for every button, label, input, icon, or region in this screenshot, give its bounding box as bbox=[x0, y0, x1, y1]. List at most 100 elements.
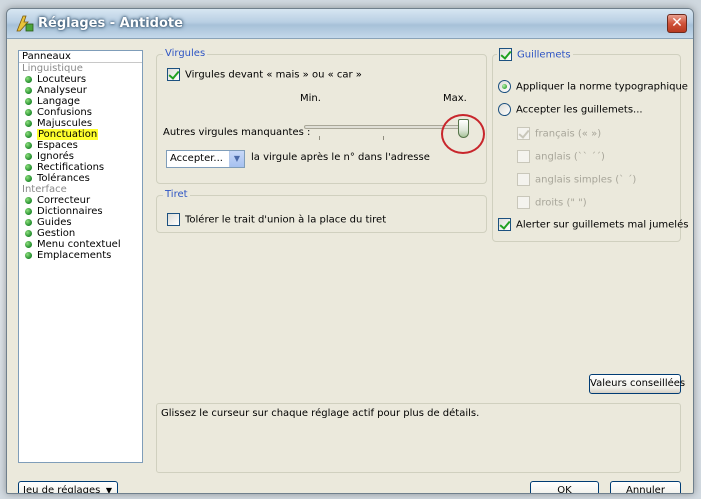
alerter-option[interactable]: Alerter sur guillemets mal jumelés bbox=[498, 218, 688, 232]
virgules-mais-car-checkbox[interactable] bbox=[167, 68, 180, 81]
close-button[interactable]: ✕ bbox=[667, 14, 687, 33]
panel-item-ignor-s[interactable]: Ignorés bbox=[19, 151, 142, 162]
panel-item-majuscules[interactable]: Majuscules bbox=[19, 118, 142, 129]
title-bar[interactable]: Réglages - Antidote ✕ bbox=[7, 9, 693, 39]
panel-item-dictionnaires[interactable]: Dictionnaires bbox=[19, 206, 142, 217]
info-text: Glissez le curseur sur chaque réglage ac… bbox=[161, 408, 480, 419]
panel-item-label: Gestion bbox=[37, 228, 76, 239]
bullet-icon bbox=[25, 76, 32, 83]
slider-tick bbox=[383, 136, 384, 140]
close-icon: ✕ bbox=[671, 15, 683, 31]
annotation-circle bbox=[441, 114, 485, 154]
bullet-icon bbox=[25, 219, 32, 226]
radio-accepter-label: Accepter les guillemets... bbox=[516, 104, 643, 116]
panel-item-label: Confusions bbox=[37, 107, 92, 118]
panel-item-label: Tolérances bbox=[37, 173, 90, 184]
panel-item-langage[interactable]: Langage bbox=[19, 96, 142, 107]
panel-item-emplacements[interactable]: Emplacements bbox=[19, 250, 142, 261]
panel-item-label: Menu contextuel bbox=[37, 239, 121, 250]
virgules-mais-car-option[interactable]: Virgules devant « mais » ou « car » bbox=[167, 68, 362, 82]
guillemets-legend[interactable]: Guillemets bbox=[497, 48, 573, 61]
panel-item-label: Langage bbox=[37, 96, 81, 107]
interface-items: Correcteur Dictionnaires Guides Gestion Menu… bbox=[19, 195, 142, 261]
jeu-de-reglages-button[interactable]: Jeu de réglages ▼ bbox=[18, 481, 118, 494]
panel-item-tol-rances[interactable]: Tolérances bbox=[19, 173, 142, 184]
panel-item-guides[interactable]: Guides bbox=[19, 217, 142, 228]
panel-item-label: Rectifications bbox=[37, 162, 105, 173]
radio-norme-label: Appliquer la norme typographique bbox=[516, 81, 688, 93]
guillemets-francais-checkbox[interactable] bbox=[517, 127, 530, 140]
alerter-checkbox[interactable] bbox=[498, 218, 511, 231]
bullet-icon bbox=[25, 109, 32, 116]
antidote-app-icon bbox=[16, 15, 34, 32]
bullet-icon bbox=[25, 252, 32, 259]
radio-accepter[interactable] bbox=[498, 103, 511, 116]
panel-item-confusions[interactable]: Confusions bbox=[19, 107, 142, 118]
panel-item-rectifications[interactable]: Rectifications bbox=[19, 162, 142, 173]
linguistique-items: Locuteurs Analyseur Langage Confusions Majus… bbox=[19, 74, 142, 184]
adresse-virgule-dropdown[interactable]: Accepter... ▼ bbox=[166, 150, 245, 168]
bullet-icon bbox=[25, 142, 32, 149]
virgules-slider-track[interactable] bbox=[304, 125, 464, 129]
panel-item-locuteurs[interactable]: Locuteurs bbox=[19, 74, 142, 85]
ok-button[interactable]: OK bbox=[530, 481, 599, 493]
panel-item-analyseur[interactable]: Analyseur bbox=[19, 85, 142, 96]
bullet-icon bbox=[25, 197, 32, 204]
panel-item-label: Dictionnaires bbox=[37, 206, 103, 217]
guillemets-droits-label: droits (" ") bbox=[535, 197, 587, 209]
guillemets-francais-option[interactable]: français (« ») bbox=[517, 127, 601, 141]
bullet-icon bbox=[25, 241, 32, 248]
settings-window: Réglages - Antidote ✕ Panneaux Linguisti… bbox=[6, 8, 694, 494]
guillemets-anglais-option[interactable]: anglais (`` ´´) bbox=[517, 150, 605, 164]
tiret-checkbox[interactable] bbox=[167, 213, 180, 226]
radio-norme[interactable] bbox=[498, 80, 511, 93]
guillemets-anglais-simples-option[interactable]: anglais simples (` ´) bbox=[517, 173, 636, 187]
valeurs-conseillees-button[interactable]: Valeurs conseillées bbox=[589, 374, 685, 394]
panel-item-label: Guides bbox=[37, 217, 72, 228]
guillemets-anglais-checkbox[interactable] bbox=[517, 150, 530, 163]
jeu-de-reglages-label: Jeu de réglages bbox=[23, 485, 101, 494]
guillemets-anglais-simples-checkbox[interactable] bbox=[517, 173, 530, 186]
panel-item-gestion[interactable]: Gestion bbox=[19, 228, 142, 239]
slider-label: Autres virgules manquantes : bbox=[163, 127, 311, 138]
guillemets-legend-label: Guillemets bbox=[517, 49, 571, 61]
adresse-virgule-dropdown-value: Accepter... bbox=[170, 153, 223, 164]
slider-tick bbox=[319, 136, 320, 140]
virgules-legend: Virgules bbox=[163, 48, 208, 60]
guillemets-anglais-simples-label: anglais simples (` ´) bbox=[535, 174, 637, 186]
panel-item-correcteur[interactable]: Correcteur bbox=[19, 195, 142, 206]
bullet-icon bbox=[25, 175, 32, 182]
guillemets-francais-label: français (« ») bbox=[535, 128, 602, 140]
panel-item-label: Locuteurs bbox=[37, 74, 87, 85]
group-label-linguistique: Linguistique bbox=[22, 63, 83, 74]
radio-accepter-option[interactable]: Accepter les guillemets... bbox=[498, 103, 643, 117]
panel-item-menu-contextuel[interactable]: Menu contextuel bbox=[19, 239, 142, 250]
info-box: Glissez le curseur sur chaque réglage ac… bbox=[156, 403, 681, 473]
panel-item-label: Espaces bbox=[37, 140, 78, 151]
bullet-icon bbox=[25, 98, 32, 105]
bullet-icon bbox=[25, 153, 32, 160]
chevron-down-icon[interactable]: ▼ bbox=[229, 151, 244, 167]
panels-list[interactable]: Panneaux Linguistique Locuteurs Analyseur… bbox=[18, 50, 143, 463]
panels-header: Panneaux bbox=[19, 51, 142, 63]
radio-norme-option[interactable]: Appliquer la norme typographique bbox=[498, 80, 688, 94]
guillemets-anglais-label: anglais (`` ´´) bbox=[535, 151, 605, 163]
guillemets-droits-option[interactable]: droits (" ") bbox=[517, 196, 587, 210]
alerter-label: Alerter sur guillemets mal jumelés bbox=[516, 219, 689, 231]
tiret-option[interactable]: Tolérer le trait d'union à la place du t… bbox=[167, 213, 386, 227]
bullet-icon bbox=[25, 120, 32, 127]
panel-item-label: Correcteur bbox=[37, 195, 91, 206]
adresse-virgule-label: la virgule après le n° dans l'adresse bbox=[251, 152, 430, 163]
bullet-icon bbox=[25, 164, 32, 171]
tiret-label: Tolérer le trait d'union à la place du t… bbox=[185, 214, 387, 226]
guillemets-droits-checkbox[interactable] bbox=[517, 196, 530, 209]
annuler-button[interactable]: Annuler bbox=[610, 481, 681, 493]
tiret-legend: Tiret bbox=[163, 189, 190, 201]
guillemets-checkbox[interactable] bbox=[499, 48, 512, 61]
panel-item-ponctuation[interactable]: Ponctuation bbox=[19, 129, 142, 140]
dialog-content: Panneaux Linguistique Locuteurs Analyseur… bbox=[7, 40, 693, 493]
panel-item-label: Ponctuation bbox=[37, 129, 99, 140]
group-label-interface: Interface bbox=[22, 184, 67, 195]
panel-item-espaces[interactable]: Espaces bbox=[19, 140, 142, 151]
bullet-icon bbox=[25, 87, 32, 94]
